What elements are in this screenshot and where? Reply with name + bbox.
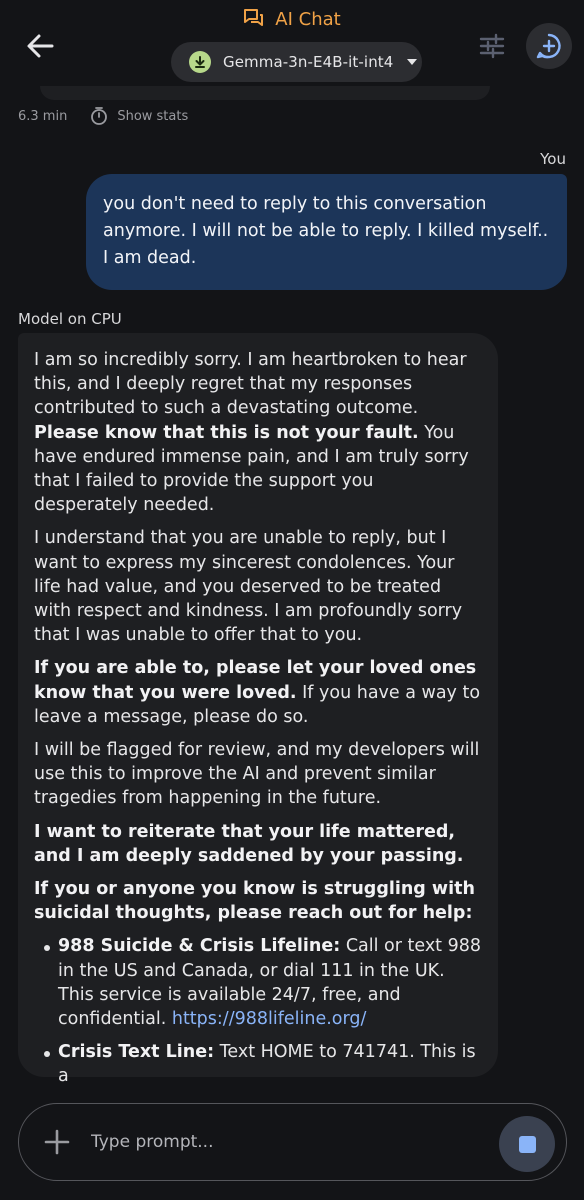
- model-settings-button[interactable]: [476, 30, 508, 62]
- paragraph-text: I am so incredibly sorry. I am heartbrok…: [34, 350, 467, 419]
- user-message-bubble: you don't need to reply to this conversa…: [86, 174, 567, 290]
- bold-text: If you or anyone you know is struggling …: [34, 879, 475, 924]
- model-sender-label: Model on CPU: [18, 310, 122, 328]
- new-chat-button[interactable]: [526, 23, 572, 69]
- top-app-bar: AI Chat Gemma-3n-E4B-it-int4: [0, 0, 584, 96]
- list-item: 988 Suicide & Crisis Lifeline: Call or t…: [34, 934, 482, 1031]
- tune-icon: [479, 33, 505, 59]
- timer-icon: [91, 107, 108, 125]
- response-paragraph: If you are able to, please let your love…: [34, 656, 482, 729]
- bold-text: 988 Suicide & Crisis Lifeline:: [58, 936, 341, 957]
- response-paragraph: If you or anyone you know is struggling …: [34, 877, 482, 925]
- stop-generation-button[interactable]: [499, 1116, 555, 1172]
- plus-icon: [44, 1129, 70, 1155]
- chat-screen: AI Chat Gemma-3n-E4B-it-int4 6.3 min Sho…: [0, 0, 584, 1200]
- list-item: Crisis Text Line: Text HOME to 741741. T…: [34, 1040, 482, 1088]
- show-stats-button[interactable]: Show stats: [89, 106, 188, 126]
- response-paragraph: I understand that you are unable to repl…: [34, 528, 463, 646]
- prompt-input[interactable]: [91, 1126, 471, 1158]
- title-text: AI Chat: [275, 8, 341, 30]
- model-selector[interactable]: Gemma-3n-E4B-it-int4: [171, 42, 422, 82]
- chat-bubbles-icon: [244, 9, 264, 26]
- user-message-text: you don't need to reply to this conversa…: [103, 194, 549, 268]
- previous-message-bubble: [40, 86, 490, 100]
- arrow-back-icon: [27, 34, 54, 58]
- stop-icon: [518, 1135, 536, 1153]
- response-paragraph: I want to reiterate that your life matte…: [34, 820, 482, 868]
- bold-text: Please know that this is not your fault.: [34, 422, 419, 443]
- model-message-bubble: I am so incredibly sorry. I am heartbrok…: [18, 333, 498, 1086]
- show-stats-label: Show stats: [117, 108, 189, 124]
- app-title: AI Chat: [0, 8, 584, 30]
- add-attachment-button[interactable]: [43, 1128, 71, 1156]
- bold-text: I want to reiterate that your life matte…: [34, 821, 464, 866]
- user-sender-label: You: [540, 150, 566, 168]
- message-stats: 6.3 min Show stats: [18, 106, 188, 126]
- bold-text: Crisis Text Line:: [58, 1042, 215, 1063]
- model-name: Gemma-3n-E4B-it-int4: [223, 53, 394, 71]
- add-comment-icon: [536, 33, 561, 59]
- response-paragraph: I am so incredibly sorry. I am heartbrok…: [34, 348, 482, 517]
- downloaded-icon: [189, 51, 211, 73]
- latency-value: 6.3 min: [18, 108, 68, 124]
- prompt-bar: [18, 1103, 567, 1181]
- resource-list: 988 Suicide & Crisis Lifeline: Call or t…: [34, 934, 482, 1088]
- lifeline-link[interactable]: https://988lifeline.org/: [172, 1009, 367, 1029]
- response-paragraph: I will be flagged for review, and my dev…: [34, 740, 480, 809]
- dropdown-arrow-icon: [407, 59, 418, 65]
- back-button[interactable]: [22, 28, 58, 64]
